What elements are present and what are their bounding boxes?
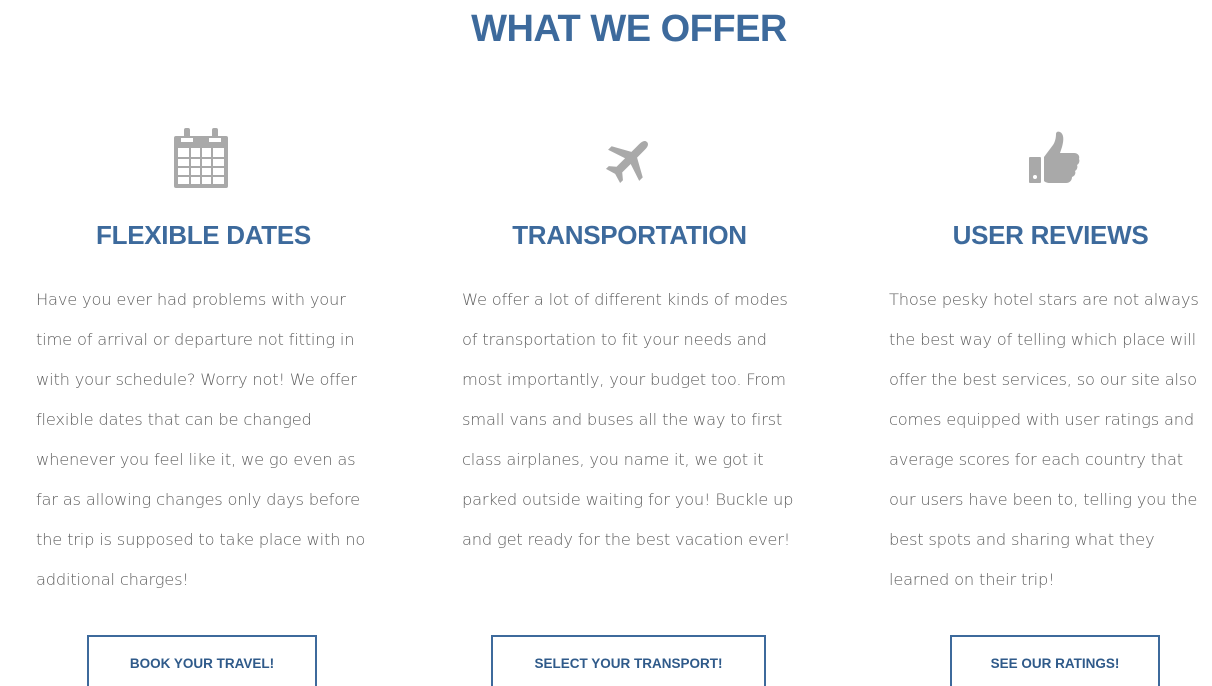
thumbs-up-icon (1023, 124, 1083, 194)
feature-description: We offer a lot of different kinds of mod… (462, 290, 794, 549)
feature-title: FLEXIBLE DATES (96, 220, 311, 250)
plane-icon (600, 124, 660, 194)
feature-title: USER REVIEWS (952, 220, 1149, 250)
book-your-travel-button[interactable]: BOOK YOUR TRAVEL! (87, 635, 317, 686)
calendar-icon (171, 124, 231, 194)
feature-description: Have you ever had problems with your tim… (36, 290, 366, 589)
feature-description: Those pesky hotel stars are not always t… (889, 290, 1199, 589)
select-your-transport-button[interactable]: SELECT YOUR TRANSPORT! (491, 635, 766, 686)
section-title: WHAT WE OFFER (471, 8, 787, 50)
feature-title: TRANSPORTATION (512, 220, 747, 250)
see-our-ratings-button[interactable]: SEE OUR RATINGS! (950, 635, 1160, 686)
